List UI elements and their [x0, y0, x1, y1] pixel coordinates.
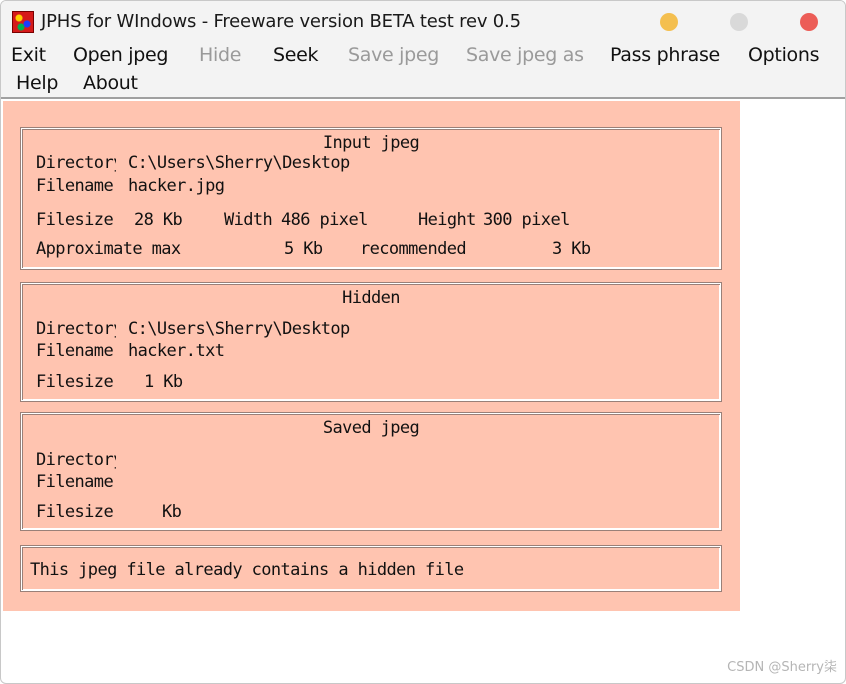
watermark-text: CSDN @Sherry柒: [727, 660, 837, 675]
menu-save-jpeg[interactable]: Save jpeg: [348, 44, 439, 66]
input-directory-value: C:\Users\Sherry\Desktop: [128, 153, 350, 173]
menu-help[interactable]: Help: [16, 72, 58, 94]
input-recommended-value: 3 Kb: [552, 239, 591, 259]
input-filesize-value: 28 Kb: [134, 210, 183, 230]
input-jpeg-title: Input jpeg: [322, 133, 420, 153]
hidden-filename-label: Filename: [36, 341, 114, 361]
status-message: This jpeg file already contains a hidden…: [30, 560, 464, 580]
menu-pass-phrase[interactable]: Pass phrase: [610, 44, 720, 66]
jphs-app-icon: [12, 11, 34, 33]
input-jpeg-panel: Input jpeg Directory C:\Users\Sherry\Des…: [20, 127, 722, 270]
hidden-directory-label: Directory: [36, 319, 116, 339]
input-height-value: 300 pixel: [483, 210, 570, 230]
hidden-filesize-label: Filesize: [36, 372, 114, 392]
input-filesize-label: Filesize: [36, 210, 114, 230]
menu-exit[interactable]: Exit: [11, 44, 46, 66]
input-filename-value: hacker.jpg: [128, 176, 225, 196]
title-bar: JPHS for WIndows - Freeware version BETA…: [1, 1, 845, 41]
menu-about[interactable]: About: [83, 72, 138, 94]
input-width-label: Width: [224, 210, 273, 230]
saved-filesize-label: Filesize: [36, 502, 114, 522]
hidden-panel: Hidden Directory C:\Users\Sherry\Desktop…: [20, 282, 722, 402]
app-window: JPHS for WIndows - Freeware version BETA…: [0, 0, 846, 684]
input-approx-value: 5 Kb: [284, 239, 323, 259]
menu-options[interactable]: Options: [748, 44, 820, 66]
hidden-filename-value: hacker.txt: [128, 341, 225, 361]
saved-filesize-unit: Kb: [162, 502, 182, 522]
saved-jpeg-panel: Saved jpeg Directory Filename Filesize K…: [20, 412, 722, 531]
status-panel: This jpeg file already contains a hidden…: [20, 545, 722, 592]
input-approx-label: Approximate max: [36, 239, 181, 259]
maximize-button[interactable]: [730, 13, 748, 31]
menu-save-jpeg-as[interactable]: Save jpeg as: [466, 44, 584, 66]
minimize-button[interactable]: [660, 13, 678, 31]
window-title: JPHS for WIndows - Freeware version BETA…: [41, 11, 521, 32]
saved-directory-label: Directory: [36, 450, 116, 470]
hidden-directory-value: C:\Users\Sherry\Desktop: [128, 319, 350, 339]
close-button[interactable]: [800, 13, 818, 31]
menu-open-jpeg[interactable]: Open jpeg: [73, 44, 168, 66]
input-filename-label: Filename: [36, 176, 114, 196]
input-height-label: Height: [418, 210, 476, 230]
hidden-title: Hidden: [342, 288, 400, 308]
input-width-value: 486 pixel: [281, 210, 368, 230]
menu-bar: Exit Open jpeg Hide Seek Save jpeg Save …: [1, 41, 845, 99]
menu-seek[interactable]: Seek: [273, 44, 319, 66]
saved-jpeg-title: Saved jpeg: [322, 418, 420, 438]
menu-hide[interactable]: Hide: [199, 44, 241, 66]
client-area: Input jpeg Directory C:\Users\Sherry\Des…: [3, 101, 740, 611]
saved-filename-label: Filename: [36, 472, 114, 492]
input-recommended-label: recommended: [360, 239, 467, 259]
input-directory-label: Directory: [36, 153, 116, 173]
hidden-filesize-value: 1 Kb: [144, 372, 183, 392]
